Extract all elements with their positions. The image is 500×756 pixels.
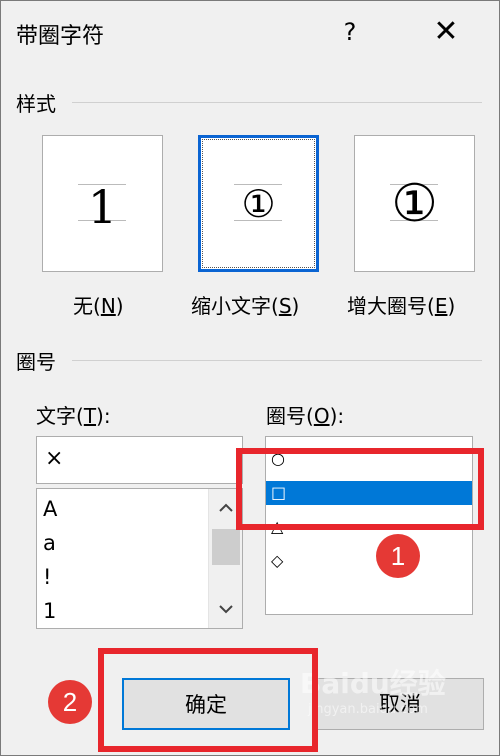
annotation-badge-1: 1 [376, 534, 420, 578]
accelerator-key: E [434, 294, 448, 318]
label-text: 文字( [36, 404, 84, 428]
text-listbox[interactable]: A a ! 1 [36, 488, 243, 629]
annotation-highlight-box-1 [236, 448, 484, 530]
style-preview-enlarge-symbol: ① [391, 174, 438, 234]
dialog-frame [0, 0, 500, 756]
accelerator-key: O [313, 404, 330, 428]
label-text: 无( [73, 294, 101, 318]
label-text: 圈号( [266, 404, 314, 428]
enclosure-group-divider [72, 360, 482, 361]
list-item[interactable]: A [43, 497, 57, 521]
watermark-url: jingyan.baidu.com [308, 702, 428, 717]
list-item[interactable]: ! [43, 565, 51, 589]
style-preview-shrink-text: ① [241, 182, 276, 226]
watermark-main: Baidu经验 [300, 667, 446, 700]
list-item[interactable]: a [43, 531, 56, 555]
style-label-enlarge-symbol[interactable]: 增大圈号(E) [347, 290, 455, 319]
text-input[interactable]: × [36, 436, 243, 484]
enclosure-field-label: 圈号(O): [266, 400, 344, 429]
accelerator-key: T [83, 404, 97, 428]
label-text-end: ): [96, 404, 111, 428]
label-text-end: ): [329, 404, 345, 428]
label-text-end: ) [115, 294, 124, 318]
label-text: 增大圈号( [347, 294, 435, 318]
style-group-divider [72, 102, 482, 103]
dialog-title: 带圈字符 [16, 24, 105, 49]
annotation-badge-2: 2 [48, 680, 92, 724]
guide-line [234, 184, 282, 185]
label-text-end: ) [291, 294, 300, 318]
style-group-label: 样式 [16, 92, 56, 116]
enclosed-character-dialog: 带圈字符 ? ✕ 样式 1 ① ① 无(N) 缩小文字(S) 增大圈号(E) 圈… [0, 0, 500, 756]
help-button[interactable]: ? [332, 12, 368, 52]
close-button[interactable]: ✕ [425, 12, 467, 52]
baidu-watermark: Baidu经验 jingyan.baidu.com [300, 662, 500, 742]
style-preview-none: 1 [87, 180, 118, 234]
label-text-end: ) [447, 294, 456, 318]
chevron-down-icon[interactable] [209, 594, 242, 624]
style-label-shrink-text[interactable]: 缩小文字(S) [191, 290, 299, 319]
label-text: 缩小文字( [191, 294, 279, 318]
list-item[interactable]: 1 [43, 599, 56, 623]
enclosure-group-label: 圈号 [16, 350, 56, 374]
style-label-none[interactable]: 无(N) [73, 290, 124, 319]
scroll-thumb[interactable] [212, 529, 240, 565]
guide-line [234, 220, 282, 221]
style-option-none[interactable]: 1 [42, 135, 163, 272]
style-option-enlarge-symbol[interactable]: ① [354, 135, 475, 272]
accelerator-key: N [100, 294, 116, 318]
style-option-shrink-text[interactable]: ① [198, 135, 319, 272]
text-field-label: 文字(T): [36, 400, 111, 429]
enclosure-item-diamond[interactable]: ◇ [266, 549, 472, 573]
accelerator-key: S [278, 294, 292, 318]
annotation-highlight-box-2 [98, 648, 318, 752]
